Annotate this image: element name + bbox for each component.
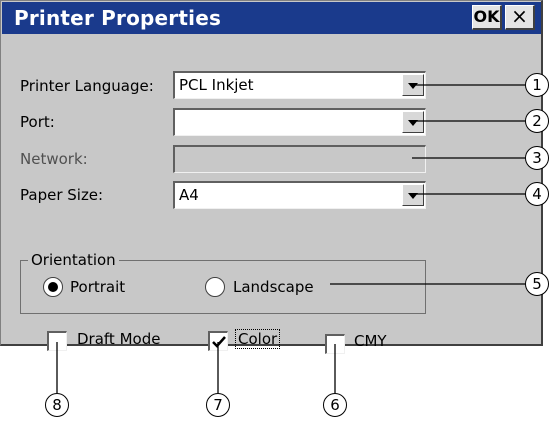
callout-8: 8 [45,393,69,417]
callout-5: 5 [525,272,549,296]
callout-2: 2 [525,109,549,133]
callout-4: 4 [525,182,549,206]
callout-7: 7 [206,393,230,417]
callout-6: 6 [323,393,347,417]
callout-3: 3 [525,146,549,170]
callout-lines [56,84,525,393]
callout-1: 1 [525,73,549,97]
